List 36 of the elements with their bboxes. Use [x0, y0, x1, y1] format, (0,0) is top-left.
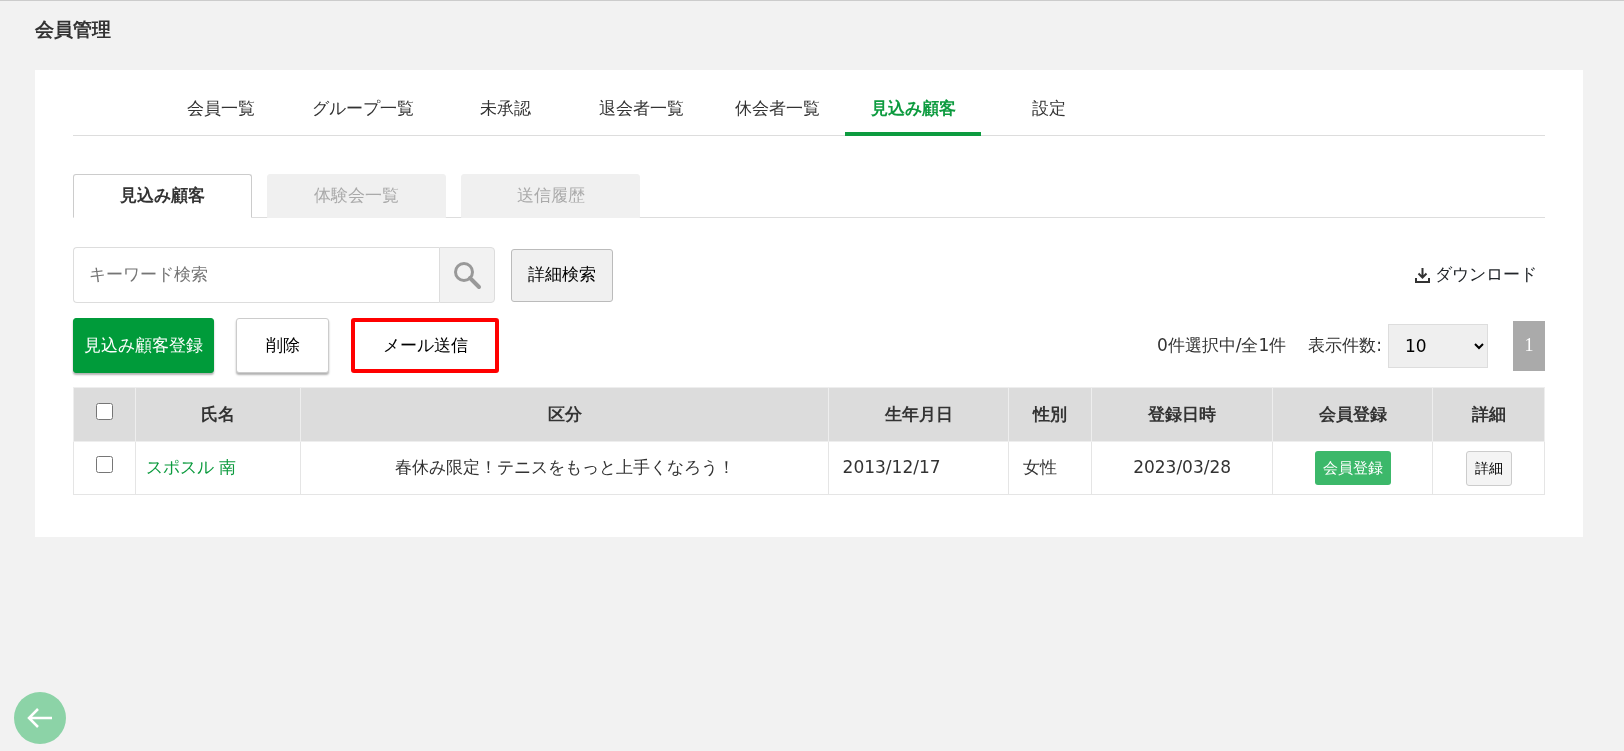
column-header: 会員登録	[1272, 387, 1433, 442]
advanced-search-button[interactable]: 詳細検索	[511, 248, 613, 302]
nav-tab[interactable]: 未承認	[437, 91, 573, 136]
download-icon	[1414, 266, 1431, 284]
sub-tab[interactable]: 見込み顧客	[73, 174, 252, 218]
action-button[interactable]: 見込み顧客登録	[73, 318, 214, 373]
nav-tab[interactable]: 休会者一覧	[709, 91, 845, 136]
column-header: 区分	[300, 387, 829, 442]
column-header: 詳細	[1432, 387, 1545, 442]
nav-tab[interactable]: 会員一覧	[153, 91, 289, 136]
detail-button[interactable]: 詳細	[1465, 450, 1512, 486]
table-cell: 2013/12/17	[828, 441, 1009, 495]
column-header: 登録日時	[1091, 387, 1273, 442]
page-title: 会員管理	[35, 17, 112, 42]
download-link[interactable]: ダウンロード	[1414, 262, 1537, 288]
search-field[interactable]: キーワード検索	[73, 247, 439, 303]
nav-tab[interactable]: 設定	[981, 91, 1117, 136]
column-header: 生年月日	[828, 387, 1009, 442]
action-button[interactable]: メール送信	[351, 318, 499, 373]
row-checkbox[interactable]	[96, 456, 113, 474]
page-size-select[interactable]: 10	[1388, 323, 1488, 368]
column-header: 氏名	[135, 387, 301, 442]
select-all-checkbox[interactable]	[96, 402, 113, 420]
page-size-label: 表示件数:	[1308, 333, 1382, 357]
table-cell: 2023/03/28	[1091, 441, 1273, 495]
table-cell: 春休み限定！テニスをもっと上手くなろう！	[300, 441, 829, 495]
back-arrow-icon	[26, 707, 54, 729]
nav-tab[interactable]: 退会者一覧	[573, 91, 709, 136]
selection-count: 0件選択中/全1件	[1156, 333, 1287, 357]
search-button[interactable]	[439, 247, 495, 303]
search-icon	[452, 260, 482, 290]
nav-tab[interactable]: グループ一覧	[289, 91, 437, 136]
action-button[interactable]: 削除	[236, 318, 329, 373]
column-header: 性別	[1009, 387, 1092, 442]
table-cell: 女性	[1009, 441, 1092, 495]
nav-tab[interactable]: 見込み顧客	[845, 91, 981, 136]
